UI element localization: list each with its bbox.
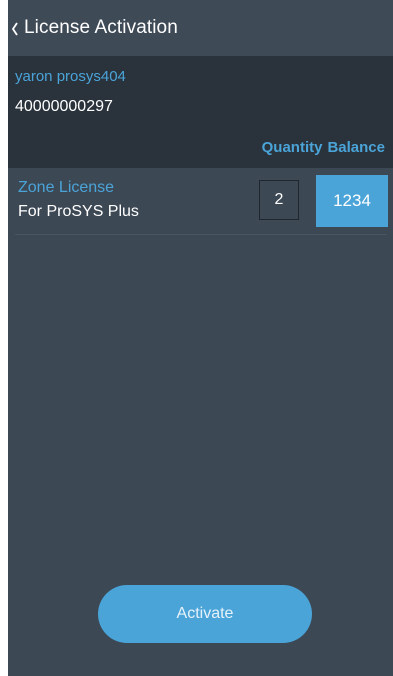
activate-button[interactable]: Activate [98, 585, 312, 643]
quantity-input[interactable]: 2 [259, 180, 299, 220]
account-number: 40000000297 [15, 98, 113, 115]
account-panel: yaron prosys404 40000000297 Quantity Bal… [8, 56, 393, 168]
license-row: Zone License For ProSYS Plus 2 1234 [8, 168, 393, 236]
chevron-left-icon[interactable] [10, 19, 20, 39]
account-name: yaron prosys404 [15, 68, 126, 85]
column-headers: Quantity Balance [262, 139, 385, 156]
page-title: License Activation [24, 17, 178, 38]
balance-value: 1234 [316, 175, 388, 227]
row-divider [15, 234, 387, 235]
license-name: Zone License [18, 179, 115, 196]
quantity-column-header: Quantity [261, 139, 323, 156]
top-app-bar: License Activation [8, 0, 393, 56]
license-activation-screen: License Activation yaron prosys404 40000… [8, 0, 393, 676]
balance-column-header: Balance [327, 139, 385, 156]
license-description: For ProSYS Plus [18, 203, 139, 220]
